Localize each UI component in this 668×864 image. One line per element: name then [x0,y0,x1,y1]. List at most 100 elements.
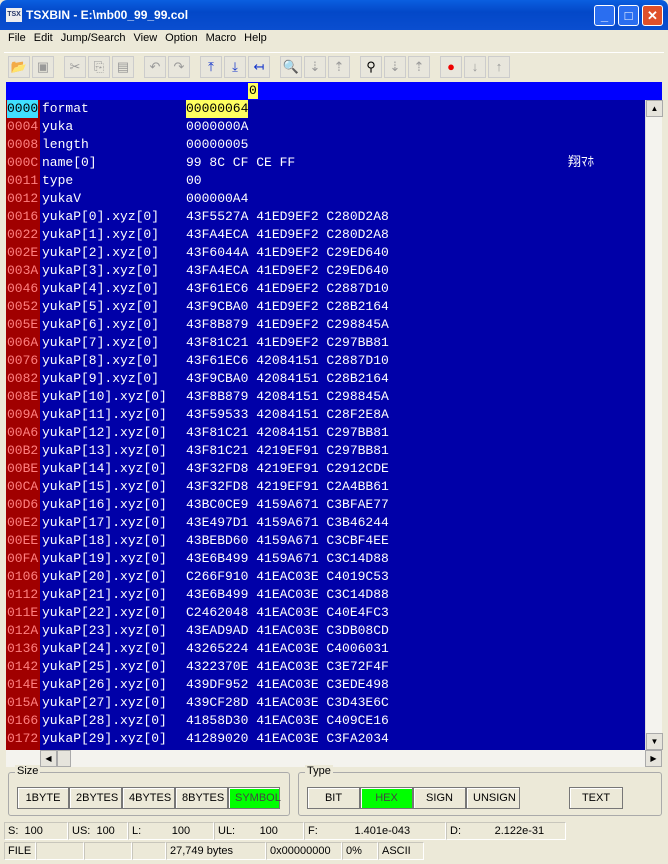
table-row[interactable]: 00B2 yukaP[13].xyz[0] 43F81C21 4219EF91 C2… [6,442,645,460]
copy-icon[interactable]: ⎘ [88,55,110,78]
table-row[interactable]: 0022 yukaP[1].xyz[0] 43FA4ECA 41ED9EF2 C28… [6,226,645,244]
table-row[interactable]: 00CA yukaP[15].xyz[0] 43F32FD8 4219EF91 C2… [6,478,645,496]
table-row[interactable]: 00EE yukaP[18].xyz[0] 43BEBD60 4159A671 C3… [6,532,645,550]
table-row[interactable]: 0136 yukaP[24].xyz[0] 43265224 41EAC03E C4… [6,640,645,658]
table-row[interactable]: 005E yukaP[6].xyz[0] 43F8B879 41ED9EF2 C29… [6,316,645,334]
data-grid[interactable]: 0000 format 00000064 0004 yuka 0000000A 0008 le… [6,100,645,750]
size-4bytes-button[interactable]: 4BYTES [122,787,175,809]
table-row[interactable]: 00D6 yukaP[16].xyz[0] 43BC0CE9 4159A671 C3… [6,496,645,514]
row-field-name: yukaP[27].xyz[0] [42,695,167,710]
table-row[interactable]: 0012 yukaV 000000A4 [6,190,645,208]
scroll-thumb[interactable] [57,750,71,767]
row-address: 014E [7,677,39,692]
size-8bytes-button[interactable]: 8BYTES [175,787,228,809]
row-address: 00D6 [7,497,39,512]
search-text-icon[interactable]: 🔍 [280,55,302,78]
table-row[interactable]: 0142 yukaP[25].xyz[0] 4322370E 41EAC03E C3… [6,658,645,676]
undo-icon[interactable]: ↶ [144,55,166,78]
table-row[interactable]: 0052 yukaP[5].xyz[0] 43F9CBA0 41ED9EF2 C28… [6,298,645,316]
table-row[interactable]: 0166 yukaP[28].xyz[0] 41858D30 41EAC03E C4… [6,712,645,730]
table-row[interactable]: 00A6 yukaP[12].xyz[0] 43F81C21 42084151 C2… [6,424,645,442]
table-row[interactable]: 006A yukaP[7].xyz[0] 43F81C21 41ED9EF2 C29… [6,334,645,352]
jump-bottom-icon[interactable]: ⤓ [224,55,246,78]
table-row[interactable]: 0000 format 00000064 [6,100,645,118]
type-hex-button[interactable]: HEX [360,787,413,809]
size-symbol-button[interactable]: SYMBOL [228,787,281,809]
jump-top-icon[interactable]: ⤒ [200,55,222,78]
table-row[interactable]: 008E yukaP[10].xyz[0] 43F8B879 42084151 C2… [6,388,645,406]
table-row[interactable]: 009A yukaP[11].xyz[0] 43F59533 42084151 C2… [6,406,645,424]
row-address: 0112 [7,587,39,602]
find-prev-icon[interactable]: ⇡ [408,55,430,78]
table-row[interactable]: 00FA yukaP[19].xyz[0] 43E6B499 4159A671 C3… [6,550,645,568]
menu-edit[interactable]: Edit [30,30,57,49]
close-button[interactable]: ✕ [642,5,663,26]
table-row[interactable]: 000C name[0] 99 8C CF CE FF 翔ﾏﾎ [6,154,645,172]
row-field-name: yukaP[5].xyz[0] [42,299,160,314]
table-row[interactable]: 011E yukaP[22].xyz[0] C2462048 41EAC03E C4… [6,604,645,622]
row-value: 00 [186,173,202,188]
cut-icon[interactable]: ✂ [64,55,86,78]
menu-view[interactable]: View [130,30,162,49]
type-sign-button[interactable]: SIGN [413,787,466,809]
scroll-up-icon[interactable]: ▲ [646,100,663,117]
record-macro-icon[interactable]: ● [440,55,462,78]
status-s: S: 100 [4,822,68,840]
paste-icon[interactable]: ▤ [112,55,134,78]
scroll-right-icon[interactable]: ▶ [645,750,662,767]
table-row[interactable]: 0106 yukaP[20].xyz[0] C266F910 41EAC03E C4… [6,568,645,586]
row-value: 43F59533 42084151 C28F2E8A [186,407,389,422]
table-row[interactable]: 012A yukaP[23].xyz[0] 43EAD9AD 41EAC03E C3… [6,622,645,640]
menu-help[interactable]: Help [240,30,271,49]
menu-macro[interactable]: Macro [202,30,241,49]
search-text-next-icon[interactable]: ⇣ [304,55,326,78]
open-folder-icon[interactable]: 📂 [8,55,30,78]
table-row[interactable]: 0008 length 00000005 [6,136,645,154]
table-row[interactable]: 0076 yukaP[8].xyz[0] 43F61EC6 42084151 C28… [6,352,645,370]
status-us: US: 100 [68,822,128,840]
table-row[interactable]: 014E yukaP[26].xyz[0] 439DF952 41EAC03E C3… [6,676,645,694]
row-address: 009A [7,407,39,422]
table-row[interactable]: 0172 yukaP[29].xyz[0] 41289020 41EAC03E C3… [6,730,645,748]
window-title: TSXBIN - E:\mb00_99_99.col [26,8,189,22]
binoculars-icon[interactable]: ⚲ [360,55,382,78]
row-field-name: yukaP[6].xyz[0] [42,317,160,332]
scroll-left-icon[interactable]: ◀ [40,750,57,767]
row-value: 439CF28D 41EAC03E C3D43E6C [186,695,389,710]
table-row[interactable]: 003A yukaP[3].xyz[0] 43FA4ECA 41ED9EF2 C29… [6,262,645,280]
find-next-icon[interactable]: ⇣ [384,55,406,78]
menu-option[interactable]: Option [161,30,201,49]
table-row[interactable]: 0082 yukaP[9].xyz[0] 43F9CBA0 42084151 C28… [6,370,645,388]
redo-icon[interactable]: ↷ [168,55,190,78]
vertical-scrollbar[interactable]: ▲ ▼ [645,100,663,750]
table-row[interactable]: 015A yukaP[27].xyz[0] 439CF28D 41EAC03E C3… [6,694,645,712]
scroll-down-icon[interactable]: ▼ [646,733,663,750]
type-unsign-button[interactable]: UNSIGN [466,787,520,809]
row-address: 0016 [7,209,39,224]
maximize-button[interactable]: □ [618,5,639,26]
save-icon[interactable]: ▣ [32,55,54,78]
macro-step-down-icon[interactable]: ↓ [464,55,486,78]
row-field-name: yukaP[20].xyz[0] [42,569,167,584]
table-row[interactable]: 0016 yukaP[0].xyz[0] 43F5527A 41ED9EF2 C28… [6,208,645,226]
table-row[interactable]: 00BE yukaP[14].xyz[0] 43F32FD8 4219EF91 C2… [6,460,645,478]
size-1byte-button[interactable]: 1BYTE [17,787,69,809]
table-row[interactable]: 002E yukaP[2].xyz[0] 43F6044A 41ED9EF2 C29… [6,244,645,262]
table-row[interactable]: 0046 yukaP[4].xyz[0] 43F61EC6 41ED9EF2 C28… [6,280,645,298]
row-address: 0136 [7,641,39,656]
table-row[interactable]: 00E2 yukaP[17].xyz[0] 43E497D1 4159A671 C3… [6,514,645,532]
table-row[interactable]: 0004 yuka 0000000A [6,118,645,136]
row-field-name: yukaP[17].xyz[0] [42,515,167,530]
table-row[interactable]: 0112 yukaP[21].xyz[0] 43E6B499 41EAC03E C3… [6,586,645,604]
menu-jump-search[interactable]: Jump/Search [57,30,130,49]
minimize-button[interactable]: _ [594,5,615,26]
text-button[interactable]: TEXT [569,787,623,809]
table-row[interactable]: 0011 type 00 [6,172,645,190]
menu-file[interactable]: File [4,30,30,49]
search-text-prev-icon[interactable]: ⇡ [328,55,350,78]
type-bit-button[interactable]: BIT [307,787,360,809]
size-2bytes-button[interactable]: 2BYTES [69,787,122,809]
macro-step-up-icon[interactable]: ↑ [488,55,510,78]
horizontal-scrollbar[interactable]: ◀ ▶ [6,750,662,767]
jump-return-icon[interactable]: ↤ [248,55,270,78]
